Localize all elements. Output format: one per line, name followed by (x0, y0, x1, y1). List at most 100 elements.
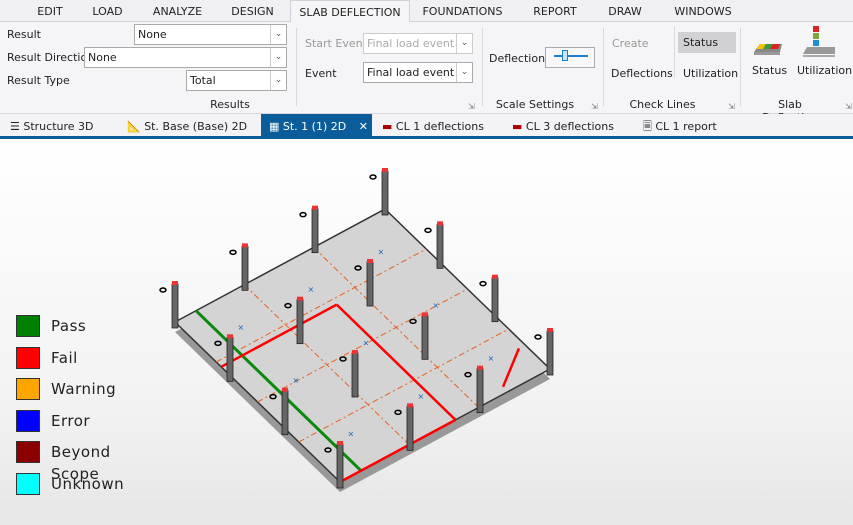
support-marker (159, 287, 167, 293)
point-marker: × (293, 376, 300, 385)
legend-label: Pass (51, 317, 87, 335)
legend-label: Error (51, 411, 91, 430)
column-top (477, 365, 483, 370)
results-group-label: Results (210, 98, 250, 111)
tab-label: St. 1 (1) 2D (282, 120, 347, 133)
legend-swatch (16, 441, 40, 463)
result-direction-select[interactable]: None ⌄ (84, 47, 287, 68)
column (336, 443, 344, 489)
dialog-launcher-icon[interactable]: ⇲ (591, 102, 598, 111)
menu-tab-edit[interactable]: EDIT (20, 0, 80, 22)
dialog-launcher-icon[interactable]: ⇲ (468, 102, 475, 111)
tab-cl-1-report[interactable]: 🗏 CL 1 report (643, 114, 717, 139)
slab-status-button[interactable]: Status (748, 30, 788, 90)
event-select[interactable]: Final load event ⌄ (363, 62, 473, 83)
result-label: Result (7, 28, 41, 41)
column (491, 277, 499, 323)
tab-label: Structure 3D (23, 120, 94, 133)
legend-swatch (16, 315, 40, 337)
close-icon[interactable]: ✕ (359, 114, 368, 139)
check-line-deflections-button[interactable]: Deflections (611, 67, 673, 80)
tab-label: CL 3 deflections (525, 120, 614, 133)
result-type-select[interactable]: Total ⌄ (186, 70, 287, 91)
menu-tab-draw[interactable]: DRAW (600, 0, 650, 22)
menu-tab-foundations[interactable]: FOUNDATIONS (415, 0, 510, 22)
tab-label: CL 1 deflections (395, 120, 484, 133)
column-top (282, 387, 288, 392)
tab-st-base-2d[interactable]: 📐 St. Base (Base) 2D (127, 114, 247, 139)
deflection-icon: ▬ (512, 120, 526, 133)
chevron-down-icon[interactable]: ⌄ (270, 71, 286, 90)
check-line-status-button[interactable]: Status (678, 32, 736, 53)
slab-utilization-label: Utilization (797, 64, 853, 77)
menu-tab-slab-deflection[interactable]: SLAB DEFLECTION (290, 0, 410, 23)
point-marker: × (348, 430, 355, 439)
result-value: None (138, 28, 167, 41)
dialog-launcher-icon[interactable]: ⇲ (728, 102, 735, 111)
menu-tab-report[interactable]: REPORT (525, 0, 585, 22)
grid-icon: ▦ (269, 120, 283, 133)
menu-tab-analyze[interactable]: ANALYZE (140, 0, 215, 22)
tab-st-1-2d[interactable]: ▦ St. 1 (1) 2D ✕ (261, 114, 372, 139)
result-direction-label: Result Direction (7, 51, 95, 64)
result-type-label: Result Type (7, 74, 70, 87)
slab-2d-view[interactable]: × × × × × × × × × Pass Fail Warning Error Beyond Sco… (0, 139, 853, 525)
tab-cl-3-deflections[interactable]: ▬ CL 3 deflections (512, 114, 614, 139)
event-value: Final load event (367, 66, 455, 79)
check-lines-group-label: Check Lines (629, 98, 696, 111)
legend-swatch (16, 409, 40, 432)
create-check-line-button: Create (612, 37, 649, 50)
deflections-scale-label: Deflections (489, 52, 551, 65)
support-marker (424, 227, 432, 234)
point-marker: × (433, 301, 440, 310)
tab-structure-3d[interactable]: ☰ Structure 3D (10, 114, 94, 139)
legend-swatch (16, 472, 40, 495)
column-top (367, 259, 373, 263)
slab-model[interactable]: × × × × × × × × × (0, 139, 853, 525)
slab-status-label: Status (752, 64, 788, 77)
result-type-value: Total (190, 74, 216, 87)
menu-tab-load[interactable]: LOAD (80, 0, 135, 22)
point-marker: × (418, 392, 425, 401)
column-top (547, 328, 553, 332)
menu-bar: EDIT LOAD ANALYZE DESIGN SLAB DEFLECTION… (0, 0, 853, 23)
scale-settings-group-label: Scale Settings (495, 98, 575, 111)
column-top (172, 281, 178, 285)
list-icon: ☰ (10, 120, 24, 133)
slab-utilization-button[interactable]: Utilization (795, 24, 853, 90)
chevron-down-icon[interactable]: ⌄ (270, 48, 286, 67)
deflection-scale-slider[interactable] (545, 47, 595, 68)
result-select[interactable]: None ⌄ (134, 24, 287, 45)
dialog-launcher-icon[interactable]: ⇲ (845, 102, 852, 111)
tab-label: CL 1 report (655, 120, 717, 133)
support-marker (229, 249, 237, 256)
support-marker (479, 280, 487, 287)
column (171, 283, 179, 329)
column-top (382, 168, 388, 172)
legend-label: Unknown (51, 474, 125, 493)
menu-tab-design[interactable]: DESIGN (220, 0, 285, 22)
chevron-down-icon[interactable]: ⌄ (456, 63, 472, 82)
column (296, 299, 304, 345)
support-marker (299, 211, 307, 218)
start-event-label: Start Event (305, 37, 367, 50)
event-label: Event (305, 67, 337, 80)
chevron-down-icon[interactable]: ⌄ (270, 25, 286, 44)
check-line-utilization-button[interactable]: Utilization (683, 67, 738, 80)
tab-cl-1-deflections[interactable]: ▬ CL 1 deflections (382, 114, 484, 139)
menu-tab-windows[interactable]: WINDOWS (668, 0, 738, 22)
tab-label: St. Base (Base) 2D (144, 120, 248, 133)
report-icon: 🗏 (643, 120, 656, 133)
start-event-select: Final load event ⌄ (363, 33, 473, 54)
legend-label: Fail (51, 348, 78, 367)
document-tabs: ☰ Structure 3D 📐 St. Base (Base) 2D ▦ St… (0, 114, 853, 139)
column-top (297, 296, 303, 301)
column (406, 405, 414, 451)
column (436, 223, 444, 269)
ribbon: Result None ⌄ Result Direction None ⌄ Resu… (0, 22, 853, 124)
result-direction-value: None (88, 51, 117, 64)
slider-thumb[interactable] (562, 50, 568, 61)
column-top (337, 441, 343, 445)
start-event-value: Final load event (367, 37, 455, 50)
legend-swatch (16, 378, 40, 400)
